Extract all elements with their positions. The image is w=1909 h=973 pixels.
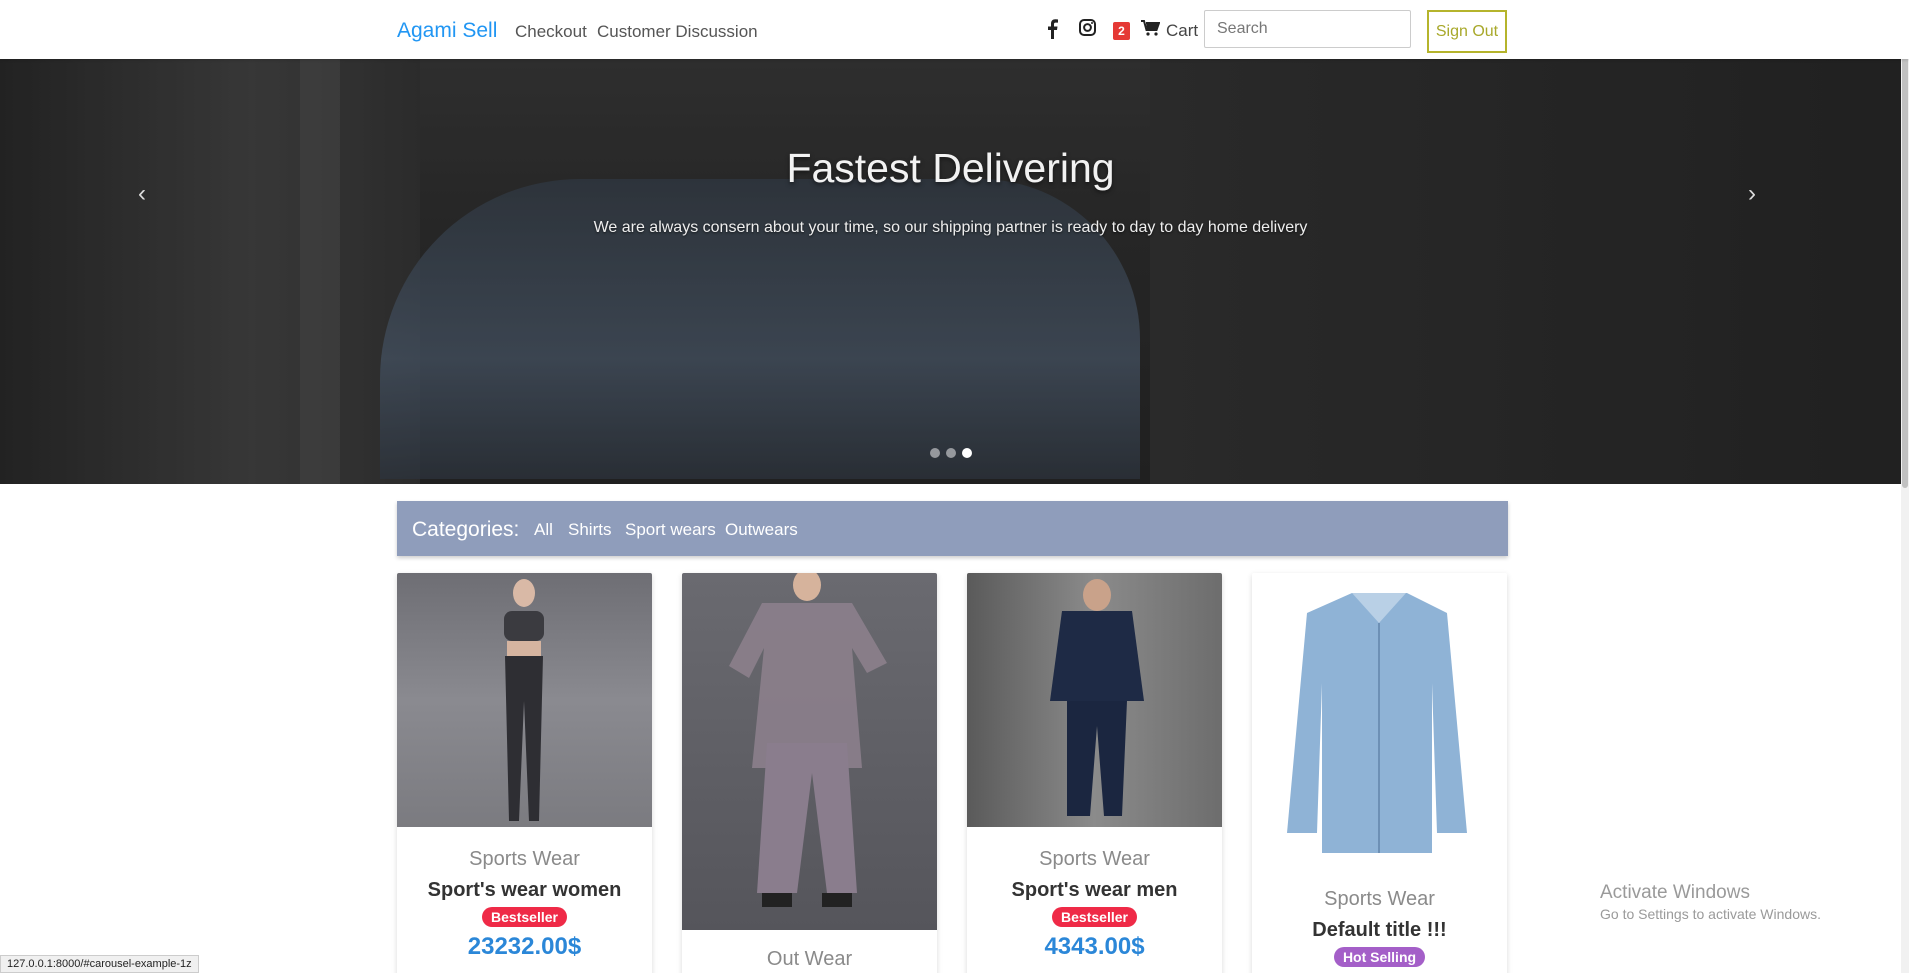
product-badge: Hot Selling [1333,947,1426,967]
nav-link-customer-discussion[interactable]: Customer Discussion [597,22,758,42]
product-title[interactable]: Sport's wear women [397,879,652,902]
sign-out-button[interactable]: Sign Out [1427,10,1507,53]
product-image[interactable] [397,573,652,827]
product-category: Out Wear [766,948,853,970]
product-image[interactable] [967,573,1222,827]
product-category: Sports Wear [1324,888,1435,910]
slide-caption: We are always consern about your time, s… [593,219,1308,236]
carousel-indicator-active[interactable] [962,448,972,458]
categories-bar: Categories: All Shirts Sport wears Outwe… [397,501,1508,556]
cart-link[interactable]: Cart [1141,20,1198,41]
nav-link-checkout[interactable]: Checkout [515,22,587,42]
product-meta: Sports Wear Sport's wear women Bestselle… [397,848,652,961]
categories-title: Categories: [412,518,520,541]
product-category: Sports Wear [469,848,580,870]
carousel-indicators [930,448,972,458]
slide-title: Fastest Delivering [786,145,1115,191]
watermark-line-1: Activate Windows [1600,882,1750,903]
hero-carousel: Fastest Delivering We are always consern… [0,59,1901,484]
product-meta: Sports Wear Default title !!! Hot Sellin… [1252,888,1507,967]
product-card-4[interactable]: Sports Wear Default title !!! Hot Sellin… [1252,573,1507,973]
product-card-2[interactable]: Out Wear [682,573,937,973]
status-bar-url: 127.0.0.1:8000/#carousel-example-1z [0,955,199,973]
shopping-cart-icon [1141,20,1161,41]
product-category: Sports Wear [1039,848,1150,870]
cart-label: Cart [1166,21,1199,40]
carousel-next-icon[interactable]: › [1748,180,1756,208]
category-shirts[interactable]: Shirts [568,520,611,540]
brand-logo[interactable]: Agami Sell [397,19,497,43]
navbar: Agami Sell Checkout Customer Discussion … [0,0,1909,59]
product-image[interactable] [1252,573,1507,868]
product-card-3[interactable]: Sports Wear Sport's wear men Bestseller … [967,573,1222,973]
product-image[interactable] [682,573,937,930]
category-all[interactable]: All [534,520,553,540]
product-title[interactable]: Default title !!! [1252,919,1507,942]
watermark-line-2: Go to Settings to activate Windows. [1600,906,1821,922]
product-meta: Out Wear [682,948,937,971]
instagram-icon[interactable] [1079,19,1096,42]
product-title[interactable]: Sport's wear men [967,879,1222,902]
product-badge: Bestseller [1052,907,1137,927]
product-price: 4343.00$ [1044,933,1145,960]
category-sport-wears[interactable]: Sport wears [625,520,716,540]
facebook-icon[interactable] [1047,19,1058,45]
product-price: 23232.00$ [467,933,582,960]
product-card-1[interactable]: Sports Wear Sport's wear women Bestselle… [397,573,652,973]
product-badge: Bestseller [482,907,567,927]
carousel-overlay [0,59,1901,484]
search-input[interactable] [1204,10,1411,48]
cart-count-badge: 2 [1113,22,1130,40]
windows-activation-watermark: Activate Windows Go to Settings to activ… [1600,882,1821,922]
category-outwears[interactable]: Outwears [725,520,798,540]
carousel-prev-icon[interactable]: ‹ [138,180,146,208]
scrollbar-thumb[interactable] [1902,0,1908,488]
page-scrollbar[interactable] [1901,0,1909,973]
carousel-indicator[interactable] [946,448,956,458]
carousel-indicator[interactable] [930,448,940,458]
page: Agami Sell Checkout Customer Discussion … [0,0,1909,973]
product-meta: Sports Wear Sport's wear men Bestseller … [967,848,1222,961]
